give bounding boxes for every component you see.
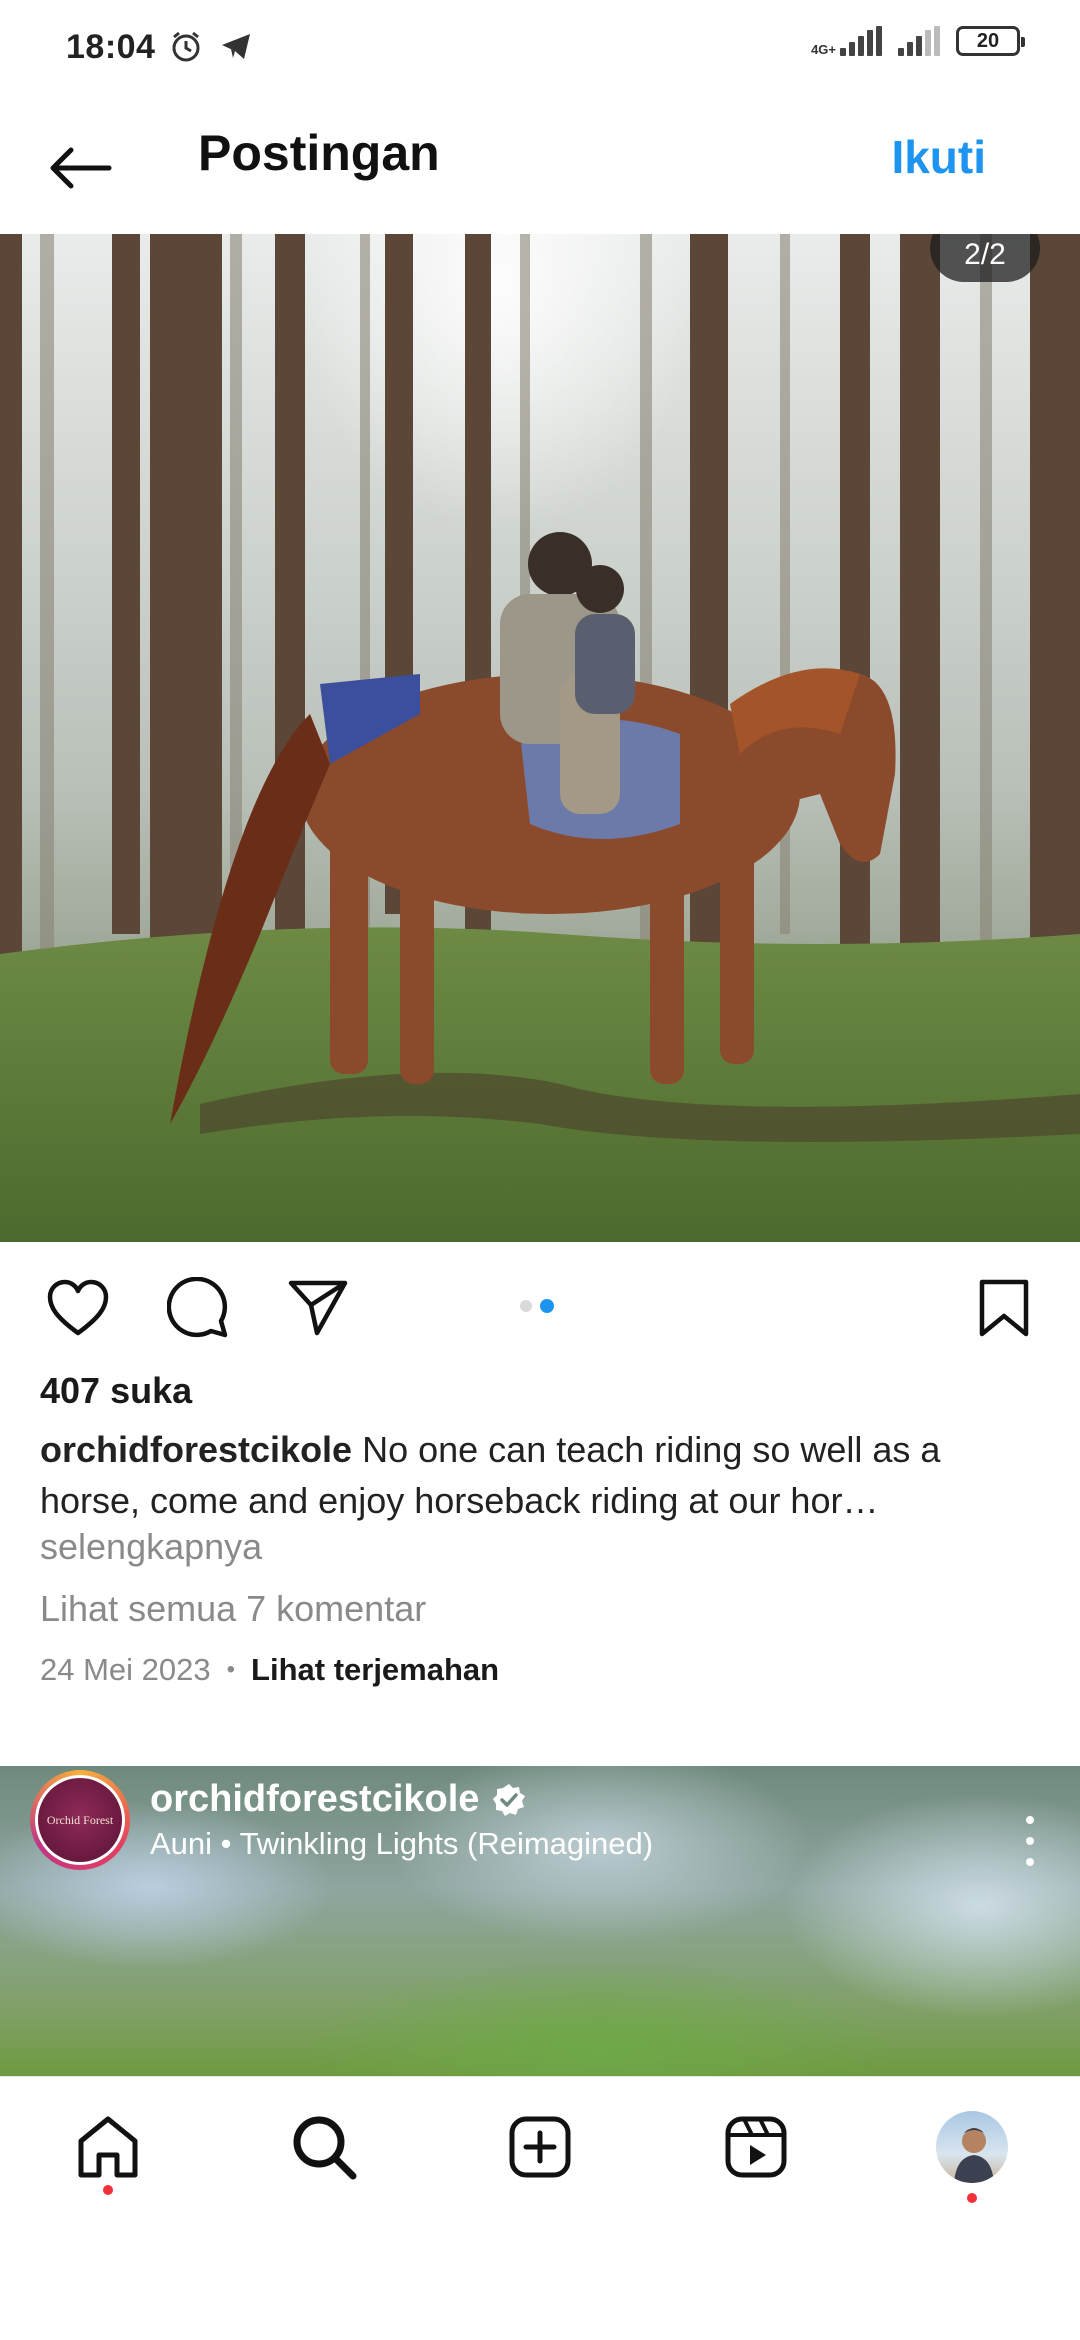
nav-search[interactable] — [284, 2107, 364, 2187]
comment-button[interactable] — [162, 1272, 234, 1344]
meta-separator: • — [226, 1656, 236, 1683]
share-icon — [288, 1280, 348, 1336]
next-post-preview[interactable]: Orchid Forest orchidforestcikole Auni • … — [0, 1766, 1080, 2076]
post-date: 24 Mei 2023 — [40, 1652, 211, 1687]
post-caption: orchidforestcikole No one can teach ridi… — [40, 1424, 1040, 1526]
see-more-link[interactable]: selengkapnya — [40, 1526, 262, 1568]
next-post-audio[interactable]: Auni • Twinkling Lights (Reimagined) — [150, 1826, 653, 1862]
status-time: 18:04 — [66, 28, 156, 66]
battery-icon: 20 — [956, 26, 1025, 56]
avatar[interactable]: Orchid Forest — [30, 1770, 130, 1870]
carousel-indicator — [520, 1299, 554, 1313]
status-bar: 18:04 4G+ 20 — [0, 0, 1080, 100]
save-button[interactable] — [968, 1272, 1040, 1344]
profile-notification-dot — [967, 2193, 977, 2203]
battery-level: 20 — [976, 29, 1000, 52]
share-button[interactable] — [282, 1272, 354, 1344]
post-image-art — [0, 234, 1080, 1242]
nav-create[interactable] — [500, 2107, 580, 2187]
next-post-username-text: orchidforestcikole — [150, 1778, 480, 1820]
profile-avatar — [936, 2111, 1008, 2183]
header: Postingan Ikuti — [0, 100, 1080, 234]
arrow-left-icon — [50, 147, 112, 189]
comment-icon — [167, 1277, 228, 1338]
signal-icon — [898, 26, 940, 56]
carousel-dot-active — [540, 1299, 554, 1313]
status-left-icons — [168, 28, 254, 69]
home-notification-dot — [103, 2185, 113, 2195]
post-meta: 24 Mei 2023 • Lihat terjemahan — [40, 1652, 499, 1688]
reels-icon — [725, 2116, 787, 2178]
create-icon — [509, 2116, 571, 2178]
nav-reels[interactable] — [716, 2107, 796, 2187]
carousel-dot — [520, 1300, 532, 1312]
page-counter: 2/2 — [930, 234, 1040, 282]
caption-username[interactable]: orchidforestcikole — [40, 1429, 352, 1470]
telegram-icon — [218, 28, 254, 69]
alarm-icon — [168, 28, 204, 69]
back-button[interactable] — [40, 128, 120, 208]
status-right: 4G+ 20 — [811, 26, 1025, 57]
search-icon — [293, 2116, 357, 2180]
nav-home[interactable] — [68, 2107, 148, 2187]
bookmark-icon — [979, 1279, 1029, 1337]
heart-icon — [47, 1279, 109, 1336]
page-title: Postingan — [198, 125, 440, 181]
post-image[interactable]: 2/2 — [0, 234, 1080, 1242]
next-post-username[interactable]: orchidforestcikole — [150, 1778, 527, 1821]
verified-badge-icon — [493, 1783, 526, 1816]
view-comments-link[interactable]: Lihat semua 7 komentar — [40, 1588, 426, 1630]
signal-icon — [840, 26, 882, 56]
home-icon — [78, 2116, 138, 2178]
like-button[interactable] — [42, 1272, 114, 1344]
follow-button[interactable]: Ikuti — [891, 130, 986, 184]
avatar-logo: Orchid Forest — [38, 1778, 122, 1862]
translate-link[interactable]: Lihat terjemahan — [251, 1652, 499, 1688]
nav-profile[interactable] — [932, 2107, 1012, 2187]
action-bar — [0, 1250, 1080, 1360]
more-options-icon[interactable] — [1020, 1816, 1040, 1866]
network-label: 4G+ — [811, 42, 836, 57]
bottom-nav — [0, 2076, 1080, 2340]
like-count[interactable]: 407 suka — [40, 1370, 192, 1412]
